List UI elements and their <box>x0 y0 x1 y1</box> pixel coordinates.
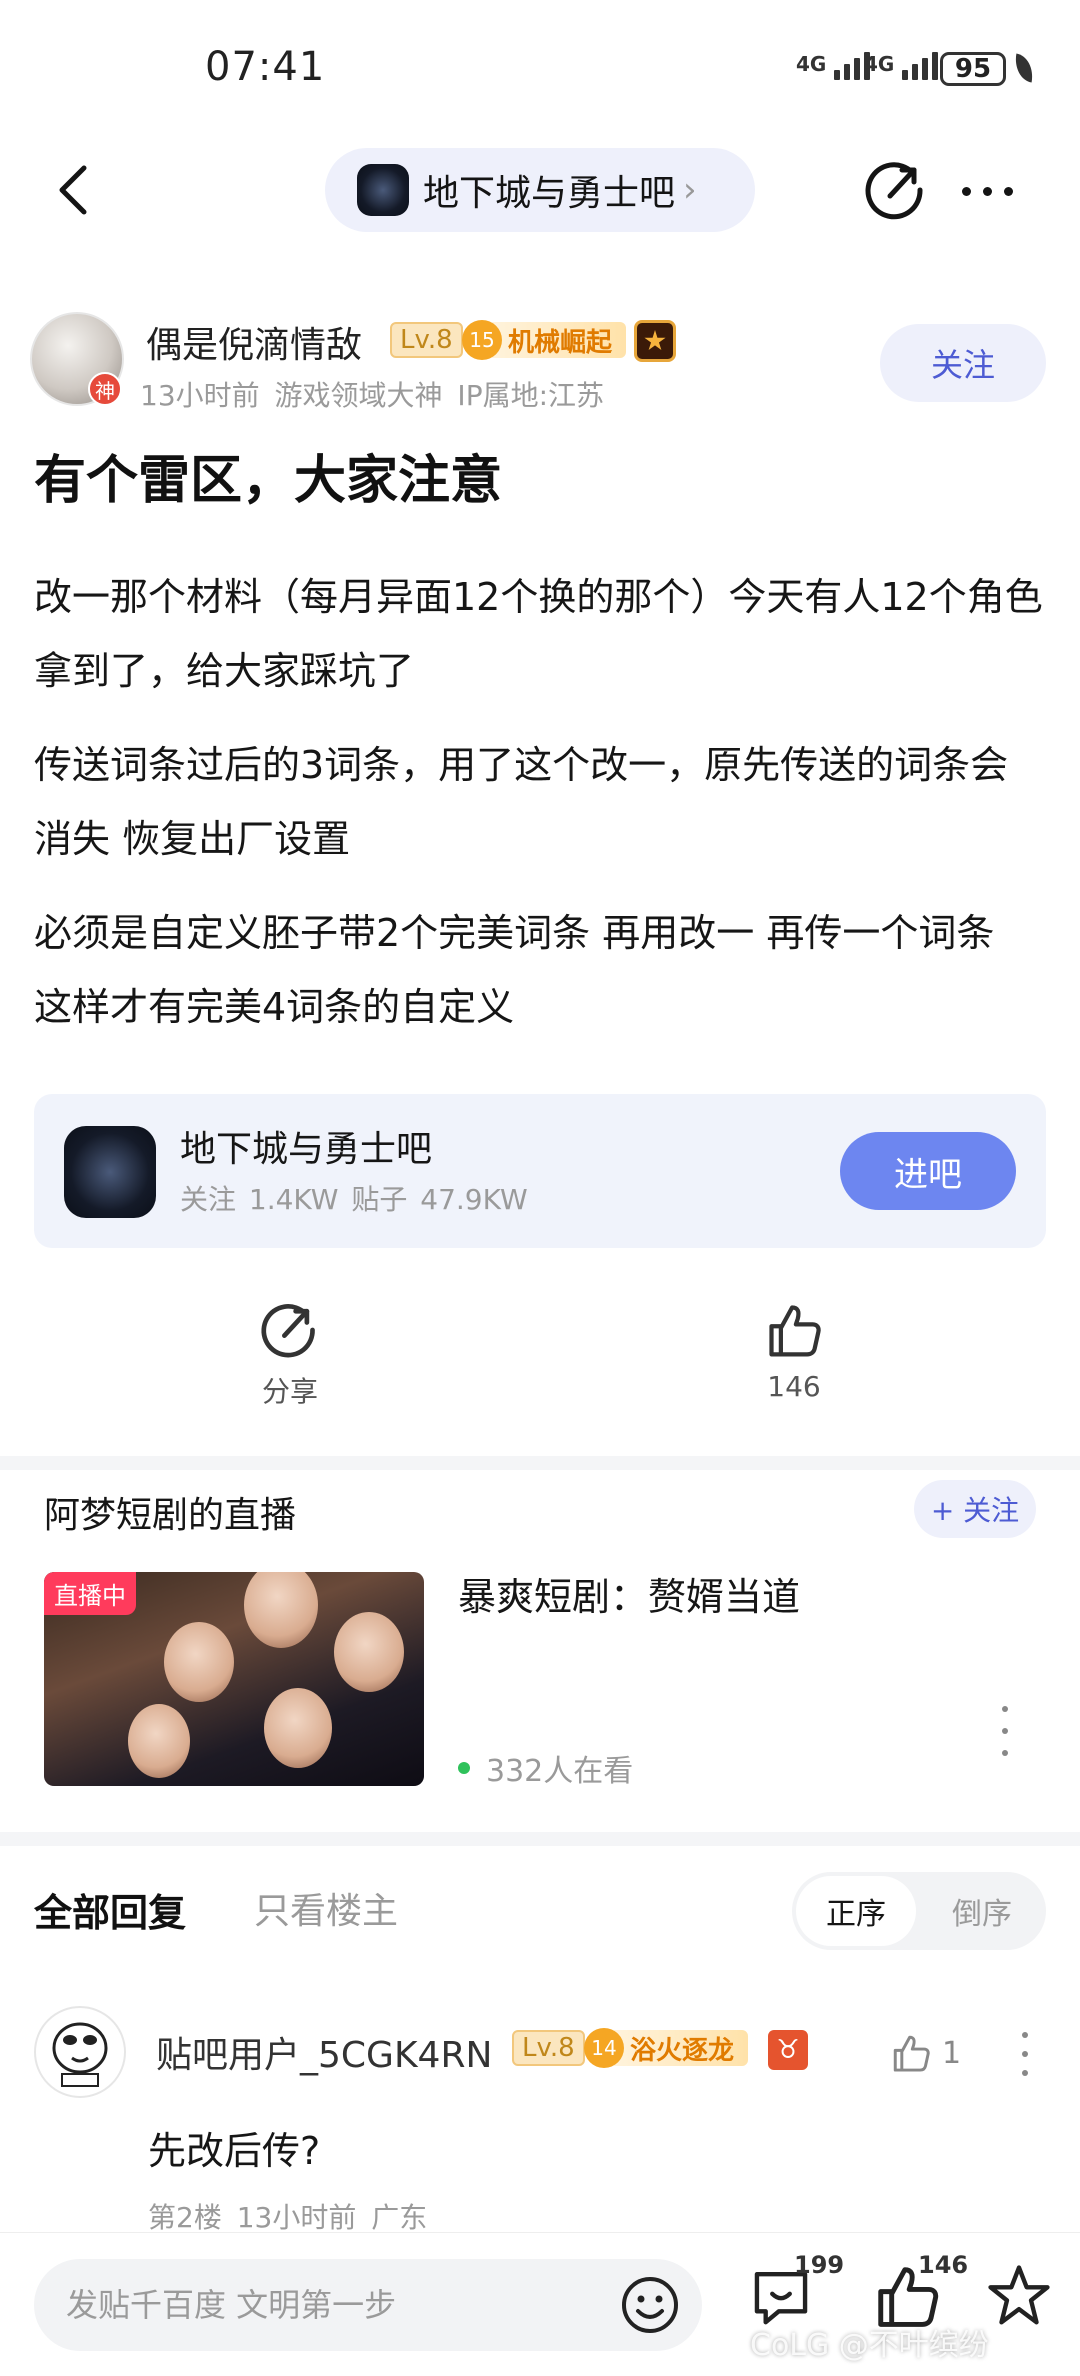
sort-ascending[interactable]: 正序 <box>796 1876 916 1946</box>
sort-toggle: 正序 倒序 <box>792 1872 1046 1950</box>
reply-meta: 第2楼 13小时前 广东 <box>148 2201 428 2234</box>
favorite-star-icon[interactable] <box>984 2261 1054 2331</box>
level-badge: Lv.8 <box>512 2030 585 2066</box>
forum-logo-icon <box>64 1126 156 1218</box>
tab-all-replies[interactable]: 全部回复 <box>34 1882 186 1937</box>
post-meta: 13小时前 游戏领域大神 IP属地:江苏 <box>140 379 605 412</box>
like-action[interactable]: 146 <box>754 1300 834 1403</box>
live-thumbnail[interactable]: 直播中 <box>44 1572 424 1786</box>
back-icon[interactable] <box>50 160 100 220</box>
top-bar: 地下城与勇士吧 › <box>0 140 1080 240</box>
live-indicator-icon <box>458 1762 470 1774</box>
live-more-icon[interactable] <box>1000 1706 1010 1756</box>
share-action[interactable]: 分享 <box>250 1300 330 1410</box>
signal-icon: 4G <box>796 52 871 80</box>
eco-leaf-icon <box>1011 53 1037 83</box>
post-title: 有个雷区，大家注意 <box>34 451 503 511</box>
status-time: 07:41 <box>205 44 326 90</box>
post-author: 神 偶是倪滴情敌 Lv.8 15 机械崛起 13小时前 游戏领域大神 IP属地:… <box>30 312 1050 412</box>
forum-name: 地下城与勇士吧 <box>423 173 676 214</box>
follow-button[interactable]: 关注 <box>880 324 1046 402</box>
honor-badge: 15 机械崛起 <box>462 320 627 360</box>
live-viewers: 332人在看 <box>458 1746 633 1790</box>
watermark: CoLG @不叶缤纷 <box>750 2328 989 2363</box>
live-stream-name[interactable]: 暴爽短剧：赘婿当道 <box>458 1566 800 1621</box>
tab-op-only[interactable]: 只看楼主 <box>254 1882 398 1934</box>
reply-more-icon[interactable] <box>1020 2032 1030 2076</box>
forum-link-pill[interactable]: 地下城与勇士吧 › <box>325 148 755 232</box>
thumbs-up-icon <box>769 1305 821 1357</box>
battery-icon: 95 <box>940 52 1006 86</box>
enter-forum-button[interactable]: 进吧 <box>840 1132 1016 1210</box>
thumbs-up-icon <box>893 2035 930 2072</box>
sort-descending[interactable]: 倒序 <box>922 1876 1042 1946</box>
signal-icon-2: 4G <box>864 52 939 80</box>
compose-box <box>34 2259 702 2351</box>
post-body: 改一那个材料（每月异面12个换的那个）今天有人12个角色拿到了，给大家踩坑了 传… <box>34 560 1044 1064</box>
forum-card-stats: 关注 1.4KW 贴子 47.9KW <box>180 1183 528 1216</box>
bottom-like-count: 146 <box>918 2251 969 2279</box>
live-section-title: 阿梦短剧的直播 <box>44 1495 297 1536</box>
level-badge: Lv.8 <box>390 322 463 358</box>
post-paragraph: 必须是自定义胚子带2个完美词条 再用改一 再传一个词条 这样才有完美4词条的自定… <box>34 911 995 1029</box>
reply-text: 先改后传? <box>148 2129 321 2173</box>
honor-title: 浴火逐龙 <box>614 2030 749 2066</box>
compose-input[interactable] <box>66 2259 606 2351</box>
taurus-icon: ♉ <box>768 2030 808 2070</box>
emoji-icon[interactable] <box>618 2273 682 2337</box>
share-icon[interactable] <box>864 158 928 222</box>
section-divider <box>0 1832 1080 1846</box>
reply-avatar[interactable] <box>34 2006 126 2098</box>
reply-item: 贴吧用户_5CGK4RN Lv.8 14 浴火逐龙 ♉ 1 先改后传? 第2楼 … <box>0 1996 1080 2236</box>
share-label: 分享 <box>261 1375 318 1408</box>
section-divider <box>0 1456 1080 1470</box>
share-icon <box>261 1304 315 1358</box>
live-tag: 直播中 <box>44 1572 136 1615</box>
reply-like-button[interactable]: 1 <box>890 2032 961 2074</box>
cartoon-avatar-icon <box>52 2022 108 2087</box>
god-badge-icon: 神 <box>88 372 122 406</box>
forum-card[interactable]: 地下城与勇士吧 关注 1.4KW 贴子 47.9KW 进吧 <box>34 1094 1046 1248</box>
comment-count: 199 <box>794 2251 845 2279</box>
reply-like-count: 1 <box>942 2035 962 2071</box>
forum-logo-icon <box>357 164 409 216</box>
author-name[interactable]: 偶是倪滴情敌 <box>146 316 362 368</box>
status-bar: 07:41 4G 4G 95 <box>0 0 1080 130</box>
post-paragraph: 改一那个材料（每月异面12个换的那个）今天有人12个角色拿到了，给大家踩坑了 <box>34 575 1043 693</box>
honor-title: 机械崛起 <box>492 322 627 358</box>
live-follow-button[interactable]: + 关注 <box>914 1480 1036 1538</box>
chevron-right-icon: › <box>683 170 697 210</box>
more-options-icon[interactable] <box>962 176 1022 206</box>
like-count: 146 <box>767 1370 821 1403</box>
honor-level: 15 <box>462 320 502 360</box>
live-section: 阿梦短剧的直播 + 关注 直播中 暴爽短剧：赘婿当道 332人在看 <box>0 1470 1080 1830</box>
honor-level: 14 <box>584 2028 624 2068</box>
replies-header: 全部回复 只看楼主 正序 倒序 <box>0 1858 1080 1958</box>
forum-card-name: 地下城与勇士吧 <box>180 1129 433 1170</box>
reply-username[interactable]: 贴吧用户_5CGK4RN <box>156 2026 492 2078</box>
medal-icon <box>634 320 676 362</box>
post-paragraph: 传送词条过后的3词条，用了这个改一，原先传送的词条会消失 恢复出厂设置 <box>34 743 1009 861</box>
honor-badge: 14 浴火逐龙 <box>584 2028 749 2068</box>
